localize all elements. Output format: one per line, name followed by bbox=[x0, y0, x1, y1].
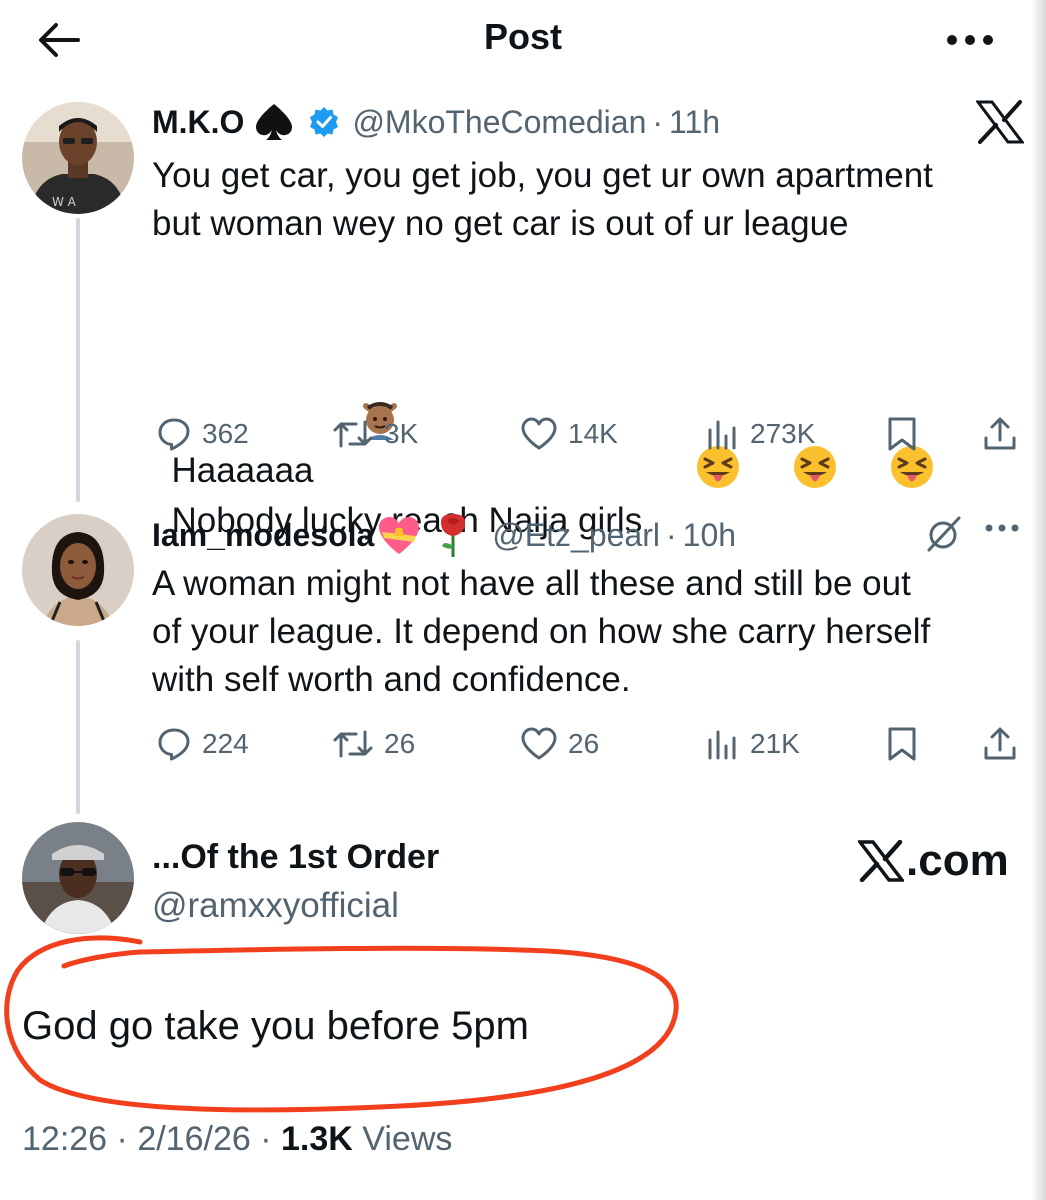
separator-dot: · bbox=[652, 104, 664, 140]
svg-text:W A: W A bbox=[52, 195, 77, 209]
like-button[interactable]: 26 bbox=[520, 722, 599, 766]
avatar[interactable] bbox=[22, 822, 134, 934]
timestamp[interactable]: 10h bbox=[683, 515, 736, 555]
more-options-button[interactable] bbox=[938, 20, 1002, 60]
page-title: Post bbox=[483, 16, 562, 57]
reply-button[interactable]: 224 bbox=[156, 722, 249, 766]
share-button[interactable] bbox=[982, 722, 1018, 766]
like-button[interactable]: 14K bbox=[520, 412, 618, 456]
separator-dot: · bbox=[665, 517, 677, 553]
post-author-row: M.K.O @MkoTheComedian · 11h bbox=[152, 102, 720, 142]
avatar[interactable]: W A bbox=[22, 102, 134, 214]
views-count: 1.3K bbox=[281, 1120, 353, 1158]
handle[interactable]: @Etz_pearl bbox=[492, 515, 660, 555]
reply-count: 224 bbox=[202, 728, 249, 759]
share-icon bbox=[982, 726, 1018, 762]
like-count: 14K bbox=[568, 418, 618, 449]
share-button[interactable] bbox=[982, 412, 1018, 456]
repost-icon bbox=[332, 726, 374, 762]
post-author-row: Iam_modesola @Etz_pearl · 10h bbox=[152, 512, 736, 558]
handle[interactable]: @MkoTheComedian bbox=[352, 102, 646, 142]
post-text: God go take you before 5pm bbox=[22, 1004, 529, 1048]
avatar[interactable] bbox=[22, 514, 134, 626]
x-logo-icon bbox=[858, 840, 904, 882]
x-logo-icon[interactable] bbox=[975, 100, 1025, 149]
post-actions: 362 3K 14K 273K bbox=[152, 412, 1022, 456]
display-name[interactable]: ...Of the 1st Order bbox=[152, 838, 439, 877]
rose-emoji bbox=[436, 512, 470, 558]
share-icon bbox=[982, 416, 1018, 452]
more-horizontal-icon bbox=[947, 35, 993, 45]
scroll-edge bbox=[1032, 0, 1046, 1200]
reply-button[interactable]: 362 bbox=[156, 412, 249, 456]
heart-icon bbox=[520, 416, 558, 452]
views-button[interactable]: 273K bbox=[704, 412, 815, 456]
separator-dot: · bbox=[116, 1120, 128, 1158]
reply-count: 362 bbox=[202, 418, 249, 449]
post-actions: 224 26 26 21K bbox=[152, 722, 1022, 766]
repost-icon bbox=[332, 416, 374, 452]
bookmark-icon bbox=[886, 416, 918, 452]
post-meta: 12:26 · 2/16/26 · 1.3K Views bbox=[22, 1120, 452, 1159]
post-time[interactable]: 12:26 bbox=[22, 1120, 107, 1158]
views-chart-icon bbox=[704, 726, 740, 762]
views-chart-icon bbox=[704, 416, 740, 452]
watermark-text: .com bbox=[906, 836, 1009, 885]
repost-button[interactable]: 26 bbox=[332, 722, 415, 766]
reply-icon bbox=[156, 726, 192, 762]
x-com-watermark: .com bbox=[858, 836, 1009, 886]
bookmark-icon bbox=[886, 726, 918, 762]
views-count: 273K bbox=[750, 418, 816, 449]
timestamp[interactable]: 11h bbox=[669, 102, 720, 142]
thread-connector bbox=[76, 218, 80, 502]
heart-with-ribbon-emoji bbox=[376, 514, 422, 556]
post-date[interactable]: 2/16/26 bbox=[137, 1120, 250, 1158]
thread-connector bbox=[76, 640, 80, 814]
like-count: 26 bbox=[568, 728, 600, 759]
post-text-line: but woman wey no get car is out of ur le… bbox=[152, 204, 849, 243]
top-bar: Post bbox=[0, 0, 1046, 80]
bookmark-button[interactable] bbox=[886, 412, 918, 456]
views-button[interactable]: 21K bbox=[704, 722, 800, 766]
more-icon[interactable] bbox=[984, 520, 1020, 538]
views-count: 21K bbox=[750, 728, 800, 759]
post-text-line: A woman might not have all these and sti… bbox=[152, 564, 911, 603]
reply-icon bbox=[156, 416, 192, 452]
heart-icon bbox=[520, 726, 558, 762]
views-label: Views bbox=[362, 1120, 453, 1158]
post-text-line: with self worth and confidence. bbox=[152, 660, 631, 699]
bookmark-button[interactable] bbox=[886, 722, 918, 766]
post-text-line: You get car, you get job, you get ur own… bbox=[152, 156, 933, 195]
grok-icon[interactable] bbox=[924, 514, 964, 559]
repost-count: 26 bbox=[384, 728, 416, 759]
spade-icon bbox=[252, 102, 296, 142]
display-name[interactable]: Iam_modesola bbox=[152, 515, 374, 555]
post-text-line: of your league. It depend on how she car… bbox=[152, 612, 931, 651]
separator-dot: · bbox=[260, 1120, 272, 1158]
handle[interactable]: @ramxxyofficial bbox=[152, 886, 399, 926]
display-name[interactable]: M.K.O bbox=[152, 102, 244, 142]
repost-button[interactable]: 3K bbox=[332, 412, 418, 456]
repost-count: 3K bbox=[384, 418, 419, 449]
verified-badge-icon[interactable] bbox=[308, 106, 340, 138]
